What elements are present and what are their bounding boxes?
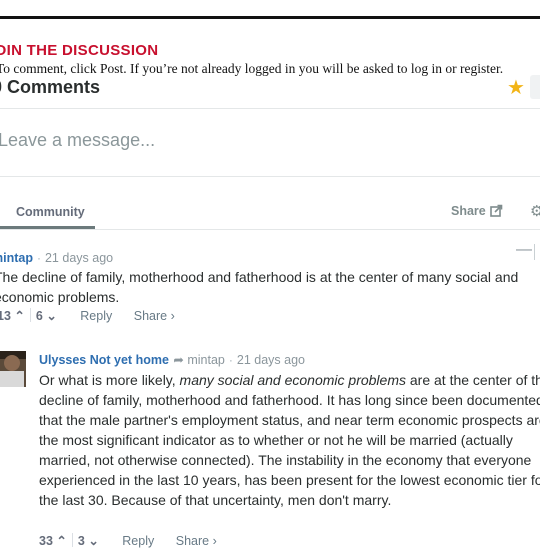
comment-author[interactable]: mintap <box>0 251 33 265</box>
downvote-count: 6 <box>35 309 43 323</box>
flag-icon[interactable] <box>534 244 535 260</box>
composer-placeholder[interactable]: Leave a message... <box>0 130 155 151</box>
avatar[interactable] <box>0 351 26 387</box>
chevron-up-icon: ⌃ <box>14 309 25 323</box>
comment-text-rest: are at the center of the decline of fami… <box>39 372 540 508</box>
comment-actions: 13 ⌃ 6 ⌄ Reply Share › <box>0 308 175 323</box>
comment-composer[interactable]: Leave a message... <box>0 108 540 176</box>
share-icon <box>489 204 503 217</box>
gear-icon[interactable]: ⚙ <box>530 202 540 220</box>
chevron-up-icon: ⌃ <box>56 534 67 548</box>
comment-author[interactable]: Ulysses Not yet home <box>39 353 169 367</box>
upvote-button[interactable]: 33 ⌃ <box>39 534 67 548</box>
upvote-count: 33 <box>39 534 53 548</box>
comment-actions: 33 ⌃ 3 ⌄ Reply Share › <box>39 533 217 548</box>
comment-text: The decline of family, motherhood and fa… <box>0 269 519 305</box>
separator-dot: · <box>36 251 41 265</box>
divider <box>71 533 73 547</box>
reply-arrow-icon: ➦ <box>173 353 184 367</box>
reply-button[interactable]: Reply <box>80 309 112 323</box>
divider <box>29 308 31 322</box>
upvote-count: 13 <box>0 309 11 323</box>
share-label: Share <box>451 204 486 218</box>
comment-text: Or what is more likely, many social and … <box>39 370 540 510</box>
recommend-button[interactable] <box>530 75 540 99</box>
in-reply-to[interactable]: ➦ mintap <box>173 353 225 367</box>
separator-dot: · <box>228 353 233 367</box>
collapse-icon[interactable]: — <box>516 241 532 259</box>
share-link[interactable]: Share › <box>176 534 217 548</box>
comment-text-emphasis: many social and economic problems <box>179 372 406 388</box>
recommend-star-icon[interactable]: ★ <box>507 77 525 99</box>
comment-time[interactable]: 21 days ago <box>237 353 305 367</box>
chevron-down-icon: ⌄ <box>46 309 57 323</box>
discussion-tabs: Community Share ⚙ <box>0 196 540 230</box>
downvote-button[interactable]: 6 ⌄ <box>36 308 57 323</box>
in-reply-to-author: mintap <box>187 353 225 367</box>
divider <box>0 176 540 177</box>
tab-community[interactable]: Community <box>16 205 85 219</box>
comment-text-lead: Or what is more likely, <box>39 372 180 388</box>
comment-header: mintap· 21 days ago <box>0 249 113 267</box>
downvote-button[interactable]: 3 ⌄ <box>78 534 99 548</box>
share-link[interactable]: Share › <box>134 309 175 323</box>
divider <box>0 229 540 230</box>
upvote-button[interactable]: 13 ⌃ <box>0 308 25 323</box>
top-rule <box>0 16 540 19</box>
section-title: JOIN THE DISCUSSION <box>0 42 159 59</box>
comments-count-heading: 0 Comments <box>0 77 101 97</box>
downvote-count: 3 <box>77 534 85 548</box>
comment-time[interactable]: 21 days ago <box>45 251 113 265</box>
comment-instructions: To comment, click Post. If you’re not al… <box>0 61 504 76</box>
reply-button[interactable]: Reply <box>122 534 154 548</box>
chevron-down-icon: ⌄ <box>88 534 99 548</box>
comment-header: Ulysses Not yet home ➦ mintap · 21 days ag… <box>39 351 305 369</box>
share-button[interactable]: Share <box>451 204 503 218</box>
